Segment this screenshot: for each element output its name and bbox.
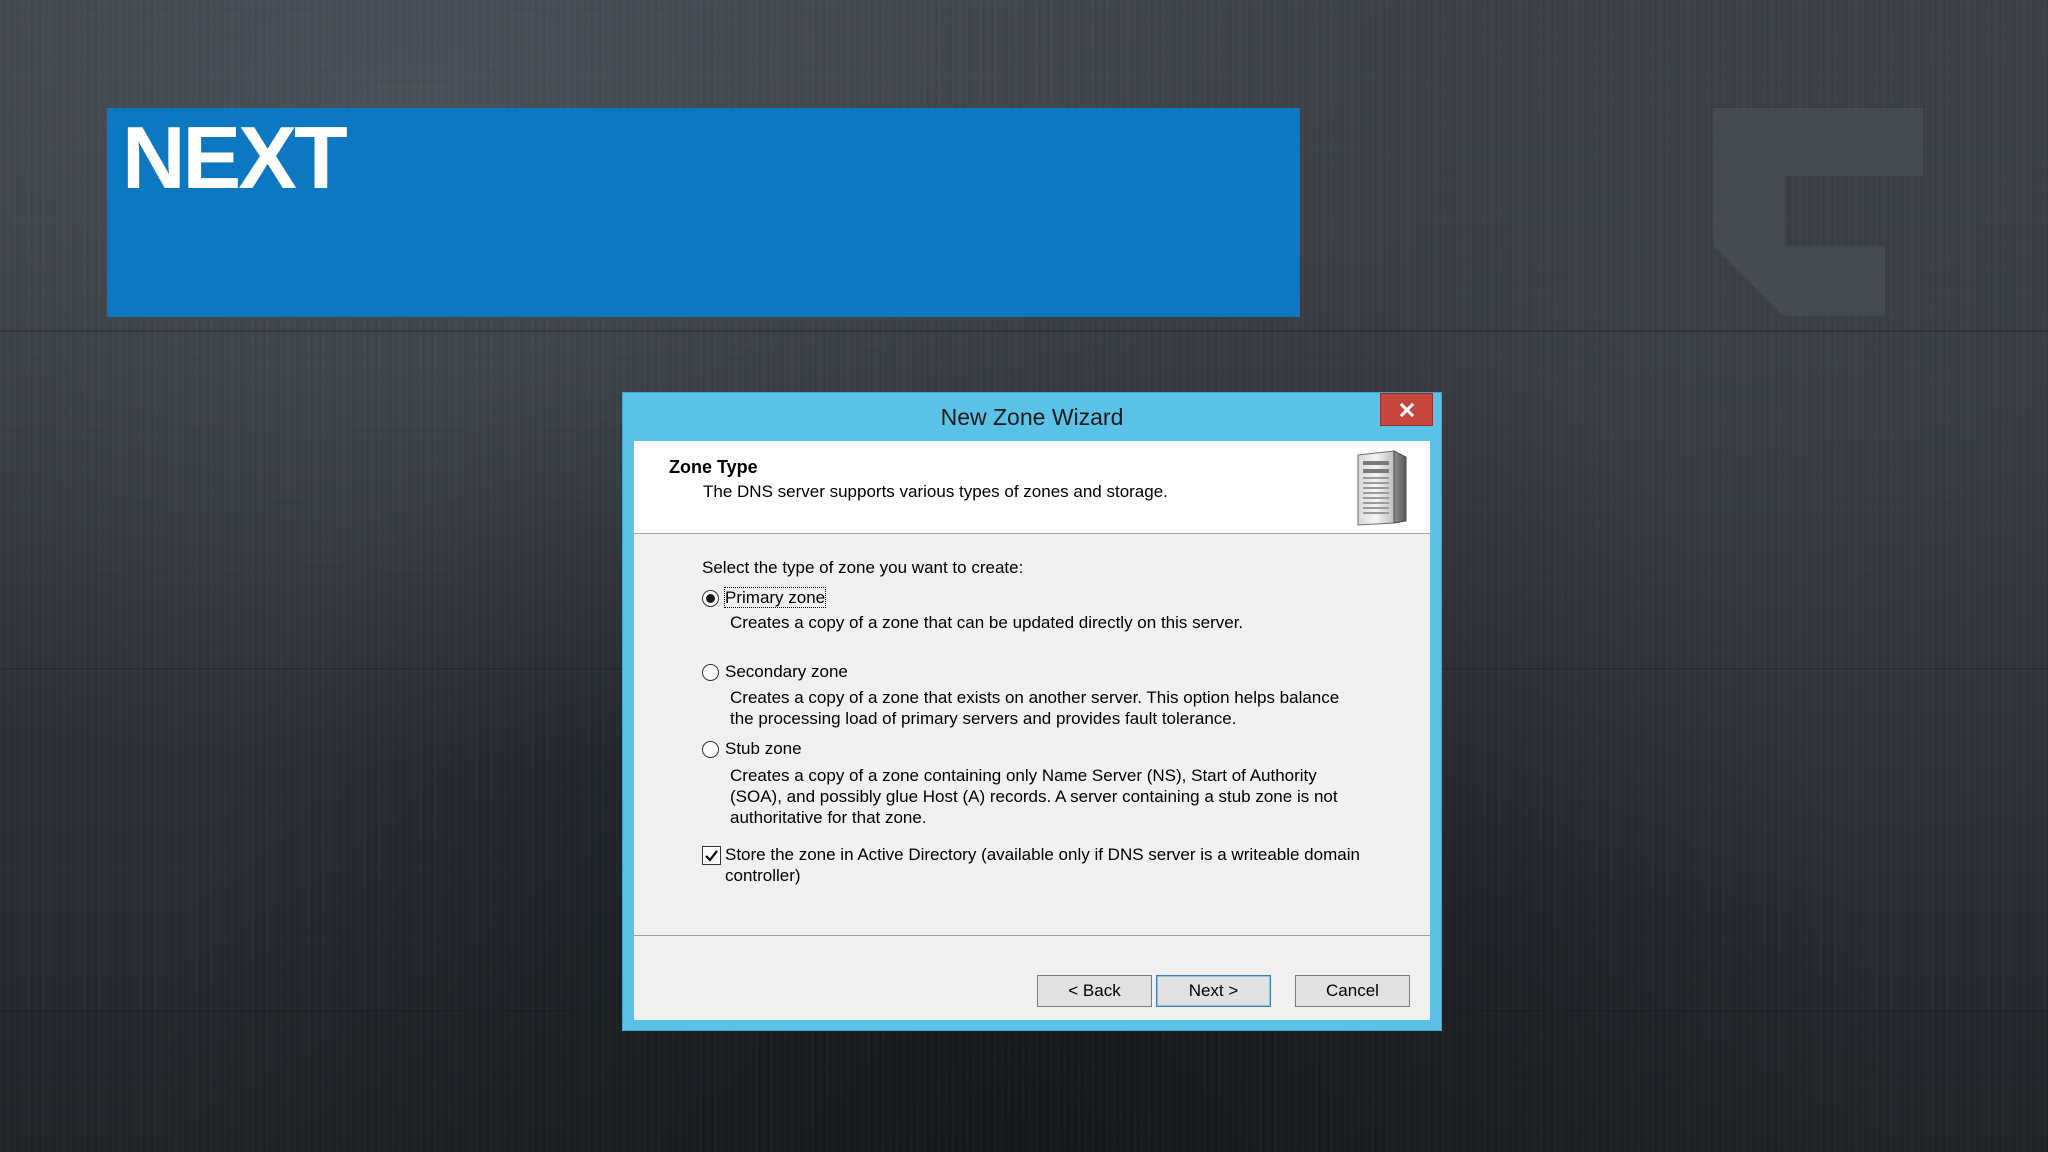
close-icon — [1399, 402, 1414, 417]
stub-zone-description-line-2: (SOA), and possibly glue Host (A) record… — [730, 787, 1338, 806]
secondary-zone-description-line-2: the processing load of primary servers a… — [730, 709, 1237, 728]
next-button[interactable]: Next > — [1156, 975, 1271, 1007]
primary-zone-description: Creates a copy of a zone that can be upd… — [730, 613, 1244, 632]
section-description: The DNS server supports various types of… — [703, 482, 1168, 501]
secondary-zone-description-line-1: Creates a copy of a zone that exists on … — [730, 688, 1340, 707]
primary-zone-label[interactable]: Primary zone — [723, 587, 827, 608]
checkmark-icon — [705, 850, 718, 862]
slide-title: NEXT — [122, 108, 348, 207]
stub-zone-description-line-3: authoritative for that zone. — [730, 808, 927, 827]
slide-background: NEXT New Zone Wizard Zone Type The DNS s… — [0, 0, 2048, 1152]
stub-zone-description-line-1: Creates a copy of a zone containing only… — [730, 766, 1317, 785]
stub-zone-label[interactable]: Stub zone — [725, 738, 802, 759]
store-in-active-directory-label-line-2[interactable]: controller) — [725, 865, 801, 886]
new-zone-wizard-dialog: New Zone Wizard Zone Type The DNS server… — [623, 393, 1441, 1030]
wall-seam — [0, 330, 2048, 332]
primary-zone-radio[interactable] — [702, 590, 719, 607]
dialog-body: Zone Type The DNS server supports variou… — [634, 441, 1430, 1020]
dialog-title: New Zone Wizard — [940, 404, 1124, 430]
zone-type-prompt: Select the type of zone you want to crea… — [702, 558, 1024, 577]
store-in-active-directory-checkbox[interactable] — [702, 846, 721, 865]
close-button[interactable] — [1380, 393, 1433, 426]
store-in-active-directory-label-line-1[interactable]: Store the zone in Active Directory (avai… — [725, 844, 1360, 865]
decorative-logo-shape — [1713, 108, 1923, 316]
secondary-zone-radio[interactable] — [702, 664, 719, 681]
back-button[interactable]: < Back — [1037, 975, 1152, 1007]
secondary-zone-label[interactable]: Secondary zone — [725, 661, 848, 682]
cancel-button[interactable]: Cancel — [1295, 975, 1410, 1007]
section-title: Zone Type — [669, 457, 758, 477]
stub-zone-radio[interactable] — [702, 741, 719, 758]
footer-separator — [634, 935, 1430, 936]
wizard-header: Zone Type The DNS server supports variou… — [634, 441, 1430, 534]
server-icon — [1357, 450, 1407, 526]
